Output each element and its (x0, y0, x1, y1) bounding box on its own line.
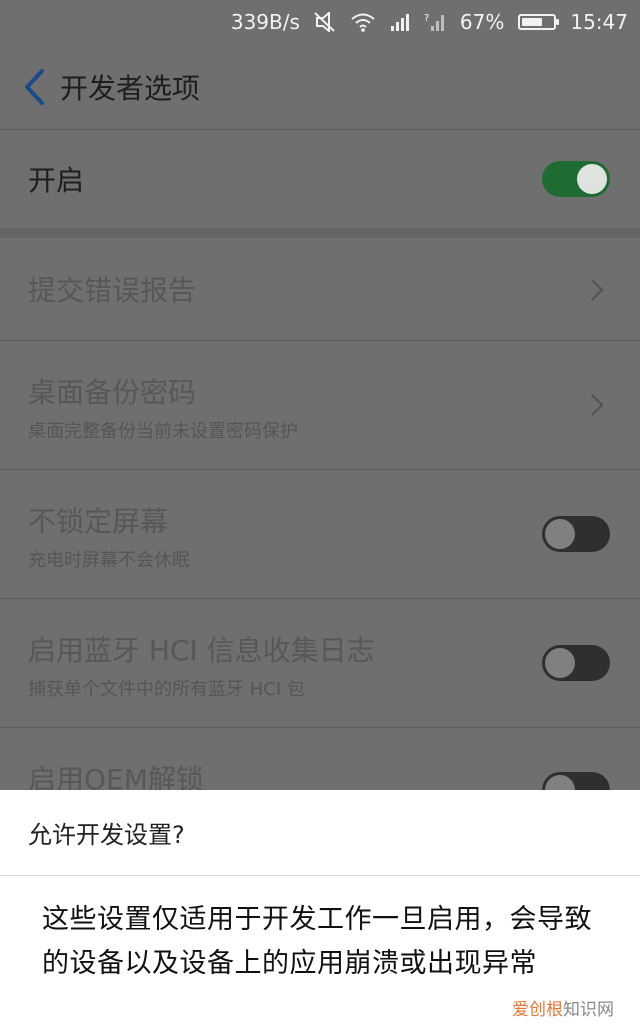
setting-subtitle: 捕获单个文件中的所有蓝牙 HCI 包 (28, 679, 305, 700)
back-button[interactable] (8, 44, 60, 129)
allow-dev-settings-dialog: 允许开发设置? 这些设置仅适用于开发工作一旦启用，会导致的设备以及设备上的应用崩… (0, 790, 640, 1024)
clock: 15:47 (570, 10, 628, 34)
chevron-right-icon (591, 279, 604, 301)
setting-label: 桌面备份密码 (28, 376, 197, 409)
mute-icon (314, 12, 336, 32)
battery-icon (518, 14, 560, 30)
battery-percent: 67% (459, 10, 505, 34)
dialog-message: 这些设置仅适用于开发工作一旦启用，会导致的设备以及设备上的应用崩溃或出现异常 (42, 904, 592, 979)
setting-subtitle: 充电时屏幕不会休眠 (28, 550, 190, 571)
page-title: 开发者选项 (60, 71, 201, 105)
title-bar: 开发者选项 (0, 44, 640, 129)
signal-2-icon: ? (424, 12, 446, 32)
status-bar: 339B/s ? 67% 15:47 (0, 0, 640, 44)
setting-label: 启用蓝牙 HCI 信息收集日志 (28, 634, 375, 667)
dialog-title: 允许开发设置? (28, 821, 185, 849)
section-gap (0, 228, 640, 238)
net-speed: 339B/s (230, 10, 300, 34)
developer-options-toggle-row[interactable]: 开启 (0, 130, 640, 228)
setting-bug-report[interactable]: 提交错误报告 (0, 238, 640, 340)
signal-icon (390, 12, 410, 32)
setting-bluetooth-hci-log[interactable]: 启用蓝牙 HCI 信息收集日志 捕获单个文件中的所有蓝牙 HCI 包 (0, 599, 640, 727)
svg-text:?: ? (424, 13, 429, 24)
stay-awake-switch[interactable] (542, 516, 610, 552)
watermark: 爱创根知识网 (512, 1000, 614, 1020)
setting-label: 不锁定屏幕 (28, 505, 169, 538)
chevron-left-icon (25, 68, 44, 105)
main-toggle-label: 开启 (28, 164, 85, 197)
main-toggle-switch[interactable] (542, 161, 610, 197)
setting-stay-awake[interactable]: 不锁定屏幕 充电时屏幕不会休眠 (0, 470, 640, 598)
setting-subtitle: 桌面完整备份当前未设置密码保护 (28, 421, 298, 442)
bluetooth-hci-switch[interactable] (542, 645, 610, 681)
wifi-icon (350, 12, 376, 32)
setting-label: 提交错误报告 (28, 274, 197, 307)
setting-desktop-backup-password[interactable]: 桌面备份密码 桌面完整备份当前未设置密码保护 (0, 341, 640, 469)
chevron-right-icon (591, 394, 604, 416)
